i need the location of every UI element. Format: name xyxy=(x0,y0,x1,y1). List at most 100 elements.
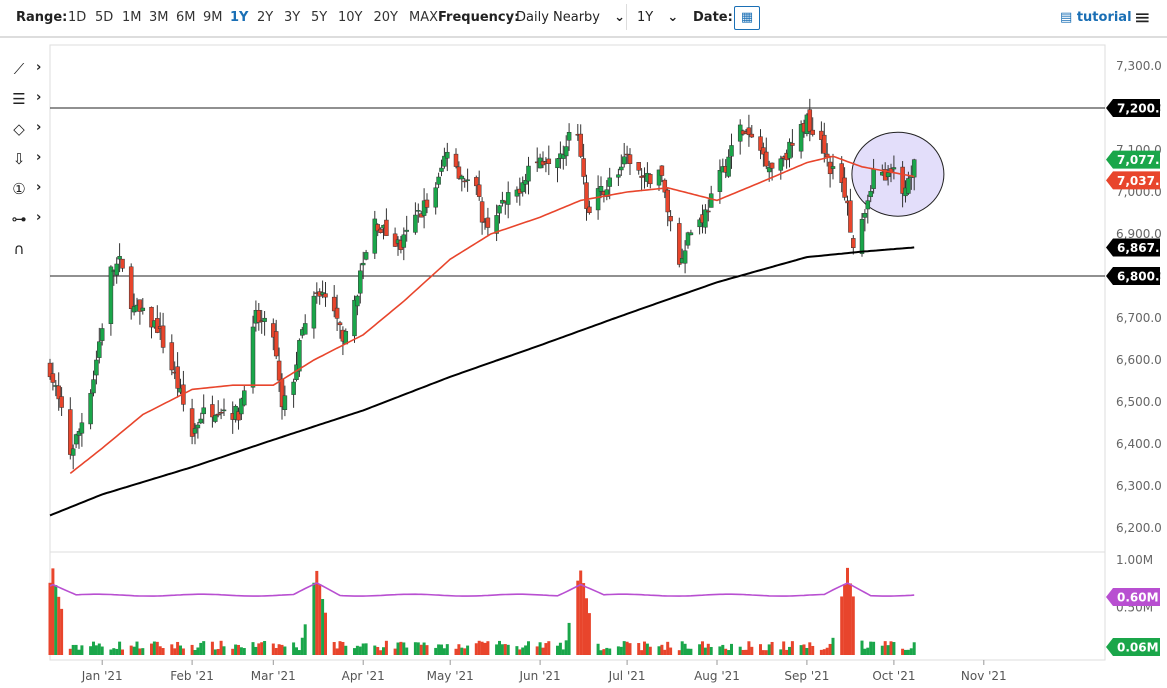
price-chart[interactable]: 7,300.0 7,200.0 7,100.0 7,000.0 6,900.0 6,800… xyxy=(0,0,1167,688)
candle xyxy=(215,413,221,416)
magnet-tool[interactable]: ∩ xyxy=(8,240,44,264)
volume-bar xyxy=(808,642,812,655)
candle xyxy=(906,178,911,194)
range-3y[interactable]: 3Y xyxy=(284,10,300,25)
candle xyxy=(706,210,711,213)
volume-bar xyxy=(831,637,835,655)
volume-bar xyxy=(544,643,548,655)
volume-bar xyxy=(118,641,122,655)
x-tick-label: Jan '21 xyxy=(81,669,123,683)
volume-area xyxy=(49,551,1106,661)
shapes-tool[interactable]: ◇ › xyxy=(8,120,44,144)
volume-bar xyxy=(628,643,632,655)
menu-icon[interactable]: ≡ xyxy=(1134,5,1151,29)
ma50-line xyxy=(69,155,915,475)
candle xyxy=(769,162,775,169)
range-6m[interactable]: 6M xyxy=(176,10,196,25)
frequency-label: Frequency: xyxy=(438,10,520,25)
volume-bar xyxy=(767,644,771,655)
film-icon: ▤ xyxy=(1060,10,1073,25)
magnet-icon: ∩ xyxy=(13,240,25,258)
volume-bar xyxy=(843,584,847,655)
volume-bar xyxy=(277,644,281,655)
candle xyxy=(416,210,421,212)
price-tag: 7,037.2 xyxy=(1106,171,1167,190)
volume-bar xyxy=(625,641,629,655)
range-5d[interactable]: 5D xyxy=(95,10,113,25)
range-3m[interactable]: 3M xyxy=(149,10,169,25)
candle xyxy=(810,129,815,135)
range-5y[interactable]: 5Y xyxy=(311,10,327,25)
candle xyxy=(242,390,247,406)
range-10y[interactable]: 10Y xyxy=(338,10,362,25)
candle xyxy=(682,250,688,264)
candle xyxy=(401,234,407,248)
price-tag-text: 6,867.9 xyxy=(1117,241,1167,255)
range-1y[interactable]: 1Y xyxy=(230,10,248,25)
measure-tool[interactable]: ⊶ › xyxy=(8,210,44,234)
candle xyxy=(155,318,160,333)
candle xyxy=(302,323,308,335)
ellipse-annotation[interactable] xyxy=(851,131,945,217)
volume-bar xyxy=(54,585,58,655)
volume-bar xyxy=(193,650,197,655)
candle xyxy=(334,307,340,319)
candle xyxy=(198,418,204,424)
candle xyxy=(189,408,195,437)
candle xyxy=(300,329,305,336)
volume-bar xyxy=(109,649,113,655)
volume-bar xyxy=(300,637,304,655)
volume-bar xyxy=(179,645,182,655)
volume-bar xyxy=(355,645,359,655)
volume-bar xyxy=(799,645,803,655)
volume-bar xyxy=(657,646,661,655)
x-tick-label: Oct '21 xyxy=(872,669,915,683)
range-1m[interactable]: 1M xyxy=(122,10,142,25)
candle xyxy=(746,127,752,136)
volume-bar xyxy=(596,643,600,655)
candle xyxy=(465,179,470,181)
period-select[interactable]: 1Y ⌄ xyxy=(637,10,678,25)
volume-bar xyxy=(440,644,443,655)
x-tick-label: May '21 xyxy=(427,669,474,683)
frequency-select[interactable]: Daily Nearby ⌄ xyxy=(516,10,625,25)
candle xyxy=(433,187,438,208)
candle xyxy=(279,379,285,408)
range-20y[interactable]: 20Y xyxy=(374,10,398,25)
volume-bar xyxy=(788,646,791,655)
volume-bar xyxy=(706,643,710,655)
marker-tool[interactable]: ① › xyxy=(8,180,44,204)
range-1d[interactable]: 1D xyxy=(68,10,86,25)
candle xyxy=(865,200,871,210)
candle xyxy=(801,123,807,133)
date-label: Date: xyxy=(693,10,733,25)
trendline-tool[interactable]: ⟋ › xyxy=(8,60,44,84)
volume-bars xyxy=(48,567,916,655)
volume-bar xyxy=(738,646,742,655)
volume-bar xyxy=(434,647,438,655)
candle xyxy=(787,141,792,159)
range-9m[interactable]: 9M xyxy=(203,10,223,25)
toolbar: Range: 1D 5D 1M 3M 6M 9M 1Y 2Y 3Y 5Y 10Y 20Y MAX Fre… xyxy=(0,0,1167,38)
candle xyxy=(494,215,499,234)
range-max[interactable]: MAX xyxy=(409,10,438,25)
fibonacci-tool[interactable]: ☰ › xyxy=(8,90,44,114)
candle xyxy=(642,175,647,177)
candle xyxy=(320,292,325,295)
candle xyxy=(503,200,508,203)
arrow-tool[interactable]: ⇩ › xyxy=(8,150,44,174)
volume-bar xyxy=(74,644,78,655)
candle xyxy=(656,169,662,186)
volume-bar xyxy=(901,648,905,655)
candle xyxy=(566,132,572,141)
divider xyxy=(626,4,627,30)
y-tick-label: 7,100.0 xyxy=(1116,143,1162,157)
range-2y[interactable]: 2Y xyxy=(257,10,273,25)
volume-bar xyxy=(254,646,258,655)
tutorial-link[interactable]: ▤ tutorial xyxy=(1060,10,1132,25)
candle xyxy=(256,310,262,323)
candle xyxy=(239,398,244,415)
volume-bar xyxy=(303,624,307,655)
volume-bar xyxy=(60,608,64,655)
calendar-icon[interactable]: ▦ xyxy=(734,6,760,30)
